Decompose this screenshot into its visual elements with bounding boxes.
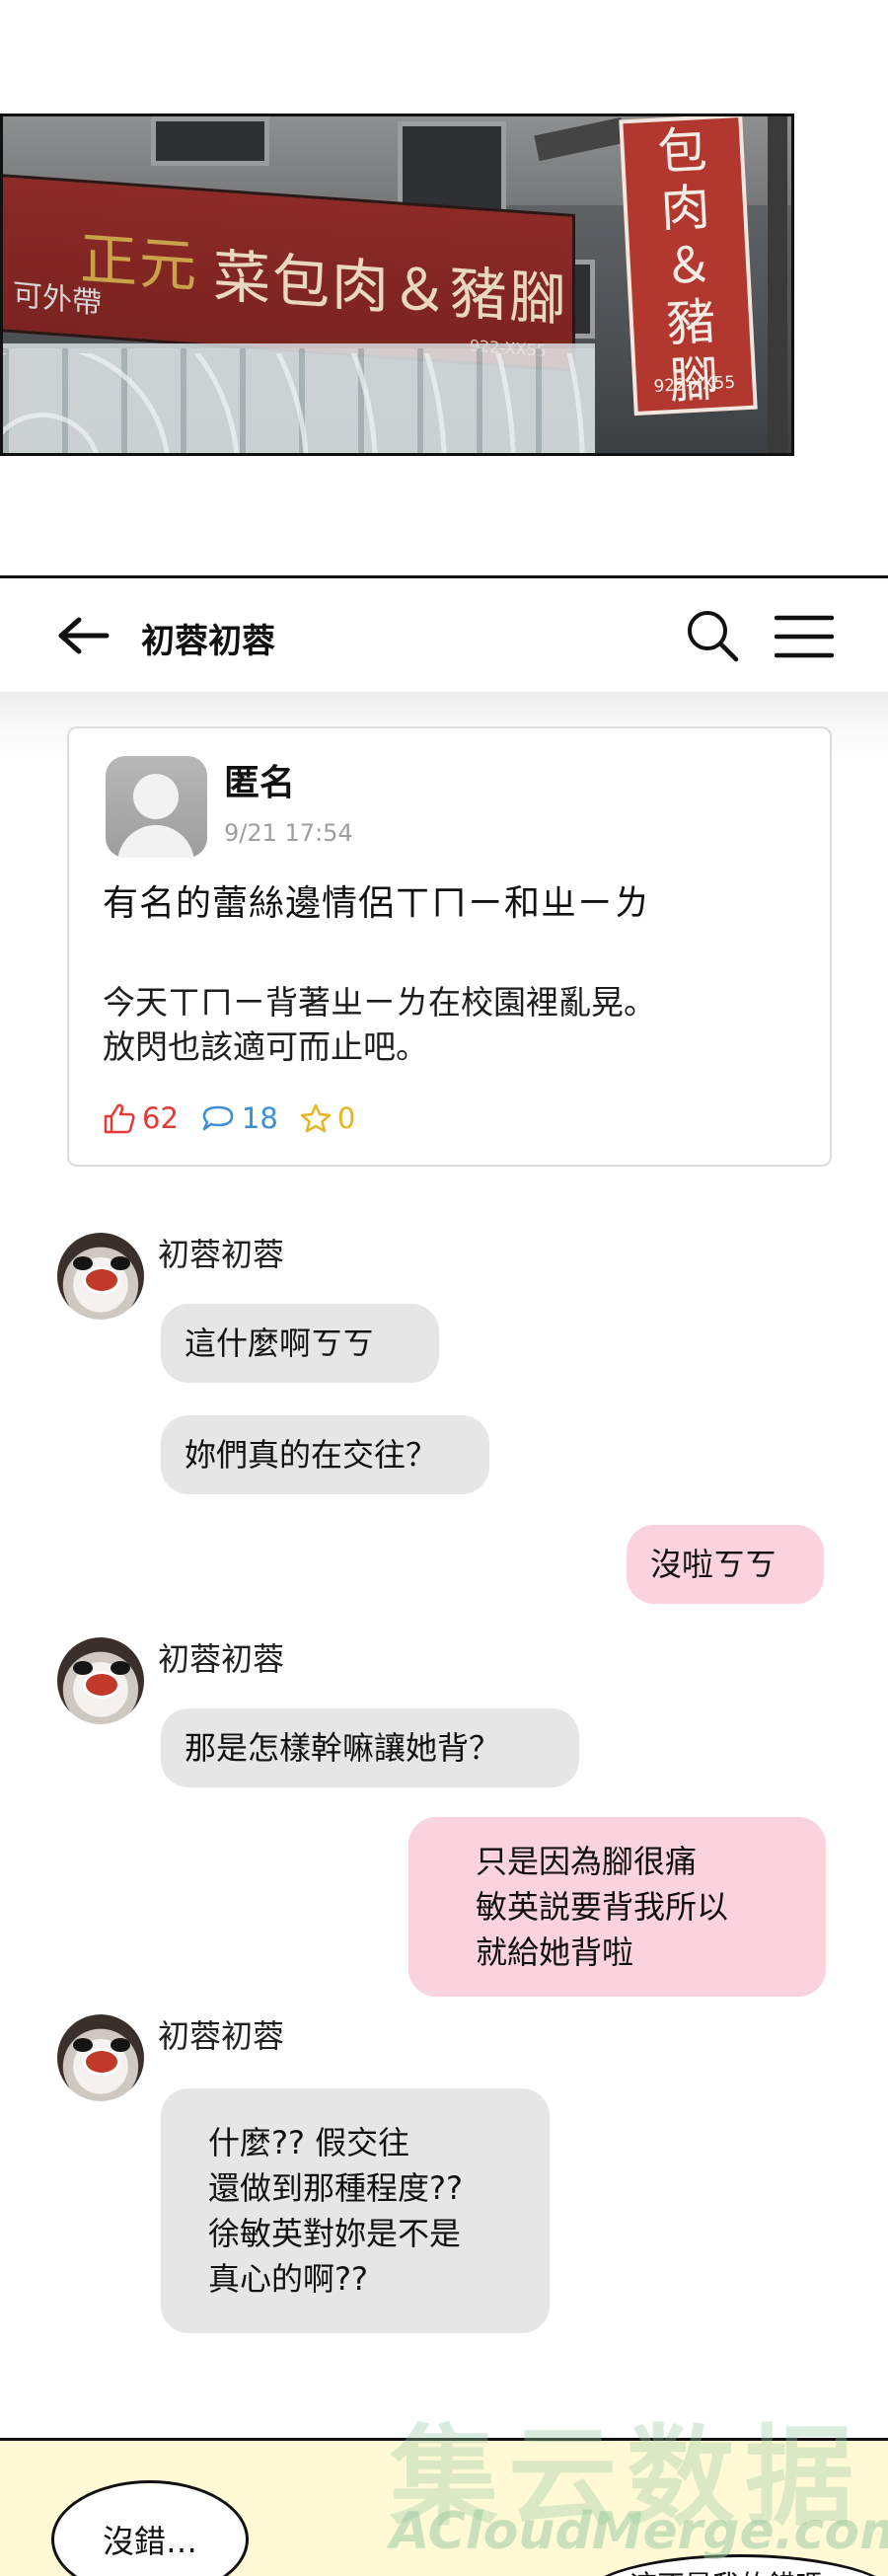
post-title: 有名的蕾絲邊情侶ㄒㄇㄧ和ㄓㄧㄌ	[103, 883, 651, 924]
awning-ribs	[3, 353, 595, 453]
star-icon	[300, 1103, 332, 1133]
sender-name: 初蓉初蓉	[158, 1236, 285, 1273]
avatar[interactable]	[57, 1637, 144, 1724]
speech-bubble: 這不是我的錯嗎…	[582, 2554, 888, 2576]
feed-area: 匿名 9/21 17:54 有名的蕾絲邊情侶ㄒㄇㄧ和ㄓㄧㄌ 今天ㄒㄇㄧ背著ㄓㄧㄌ…	[0, 692, 888, 2360]
chat-message-incoming: 妳們真的在交往？	[161, 1415, 489, 1494]
like-count: 62	[142, 1101, 179, 1135]
like-button[interactable]: 62	[103, 1101, 179, 1135]
chat-message-incoming: 那是怎樣幹嘛讓她背？	[161, 1708, 579, 1787]
star-count: 0	[336, 1101, 356, 1135]
post-body-line: 今天ㄒㄇㄧ背著ㄓㄧㄌ在校園裡亂晃。	[103, 983, 656, 1022]
post-timestamp: 9/21 17:54	[224, 819, 353, 847]
menu-icon[interactable]	[775, 614, 834, 659]
anonymous-avatar	[106, 756, 207, 858]
post-stats: 62 18 0	[103, 1099, 377, 1138]
avatar[interactable]	[57, 1233, 144, 1320]
app-header: 初蓉初蓉	[0, 578, 888, 692]
phone-screen-panel: 初蓉初蓉 匿名 9/21 17:54 有名的蕾絲邊情侶ㄒㄇㄧ和ㄓㄧㄌ 今天ㄒㄇㄧ…	[0, 575, 888, 2360]
post-author: 匿名	[224, 763, 296, 803]
avatar[interactable]	[57, 2014, 144, 2101]
building-window	[151, 116, 269, 166]
comment-icon	[202, 1105, 234, 1131]
arrow-left-icon[interactable]	[57, 616, 111, 655]
post-card[interactable]: 匿名 9/21 17:54 有名的蕾絲邊情侶ㄒㄇㄧ和ㄓㄧㄌ 今天ㄒㄇㄧ背著ㄓㄧㄌ…	[67, 726, 832, 1167]
chat-message-incoming: 什麼?? 假交往 還做到那種程度?? 徐敏英對妳是不是 真心的啊??	[161, 2088, 550, 2333]
star-button[interactable]: 0	[300, 1101, 355, 1135]
post-body-line: 放閃也該適可而止吧。	[103, 1027, 428, 1066]
chat-message-outgoing: 沒啦ㄎㄎ	[627, 1525, 824, 1604]
street-pole	[768, 116, 787, 453]
page-title: 初蓉初蓉	[141, 622, 275, 661]
sender-name: 初蓉初蓉	[158, 1640, 285, 1678]
chat-message-incoming: 這什麼啊ㄎㄎ	[161, 1304, 439, 1383]
thumbs-up-icon	[104, 1103, 135, 1134]
comment-count: 18	[241, 1101, 278, 1135]
comment-button[interactable]: 18	[200, 1101, 278, 1135]
bottom-comic-panel: 沒錯… 這不是我的錯嗎…	[0, 2438, 888, 2576]
search-icon[interactable]	[685, 608, 740, 663]
vertical-shop-sign: 包 肉 ＆ 豬 腳 922-XX55	[619, 116, 758, 417]
chat-message-outgoing: 只是因為腳很痛 敏英説要背我所以 就給她背啦	[408, 1817, 826, 1997]
takeout-sign: 可外帶	[13, 277, 102, 322]
post-body: 今天ㄒㄇㄧ背著ㄓㄧㄌ在校園裡亂晃。 放閃也該適可而止吧。	[103, 980, 656, 1069]
shop-sign-name: 菜包肉＆豬腳	[213, 242, 569, 335]
vertical-sign-text: 包 肉 ＆ 豬 腳	[655, 120, 721, 411]
street-scene-panel: 正元 菜包肉＆豬腳 922-XX55 可外帶 包 肉 ＆ 豬 腳 922-XX5…	[0, 114, 794, 456]
sender-name: 初蓉初蓉	[158, 2017, 285, 2055]
speech-bubble: 沒錯…	[51, 2480, 249, 2576]
